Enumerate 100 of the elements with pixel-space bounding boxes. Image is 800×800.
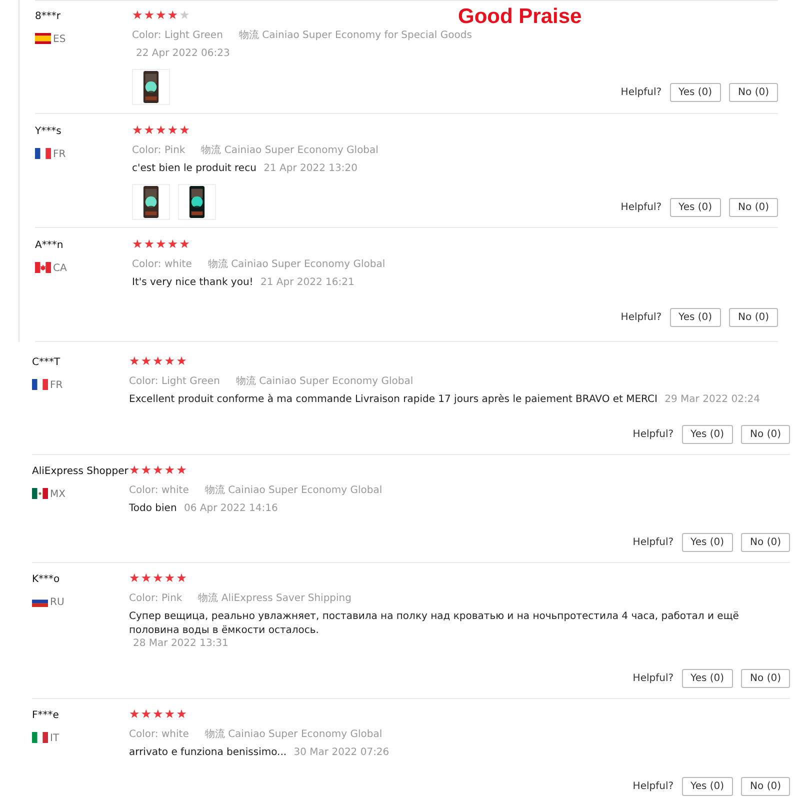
country-code: IT xyxy=(50,732,60,744)
no-button[interactable]: No (0) xyxy=(729,308,778,326)
review-date: 28 Mar 2022 13:31 xyxy=(133,638,228,649)
star-icon: ★ xyxy=(129,464,140,476)
country-code: CA xyxy=(53,263,67,274)
yes-button[interactable]: Yes (0) xyxy=(670,308,722,326)
star-icon: ★ xyxy=(167,9,178,21)
shipping-method: Cainiao Super Economy Global xyxy=(228,728,382,740)
star-icon: ★ xyxy=(176,355,187,367)
reviewer-name: 8***r xyxy=(35,10,60,24)
reviewer-name: C***T xyxy=(32,356,60,370)
star-icon: ★ xyxy=(132,124,143,136)
section-title: Good Praise xyxy=(458,4,582,30)
country-code: FR xyxy=(53,149,66,160)
color-value: Light Green xyxy=(162,376,220,387)
star-icon: ★ xyxy=(156,124,166,136)
shipping-label: 物流 xyxy=(204,728,225,740)
star-icon: ★ xyxy=(176,464,187,476)
star-icon: ★ xyxy=(152,708,164,720)
color-value: Pink xyxy=(162,593,182,604)
star-icon: ★ xyxy=(164,464,176,476)
color-label: Color: xyxy=(132,145,162,156)
helpful-label: Helpful? xyxy=(620,86,662,100)
helpful-label: Helpful? xyxy=(632,428,674,442)
flag-icon xyxy=(32,379,48,390)
no-button[interactable]: No (0) xyxy=(741,777,790,796)
review-text: arrivato e funziona benissimo... xyxy=(129,746,287,759)
flag-icon xyxy=(35,33,51,44)
yes-button[interactable]: Yes (0) xyxy=(682,533,734,552)
country-code: RU xyxy=(50,597,64,608)
yes-button[interactable]: Yes (0) xyxy=(670,82,722,102)
review-date: 06 Apr 2022 14:16 xyxy=(184,502,278,514)
color-value: white xyxy=(162,484,189,496)
review-date: 21 Apr 2022 16:21 xyxy=(260,277,354,288)
country-code: FR xyxy=(50,380,63,391)
no-button[interactable]: No (0) xyxy=(741,668,790,688)
no-button[interactable]: No (0) xyxy=(741,533,790,552)
yes-button[interactable]: Yes (0) xyxy=(682,424,734,444)
reviewer-name: F***e xyxy=(32,708,59,722)
star-icon: ★ xyxy=(152,572,164,584)
color-value: white xyxy=(164,259,192,270)
star-icon: ★ xyxy=(129,708,140,720)
no-button[interactable]: No (0) xyxy=(729,82,778,102)
shipping-method: Cainiao Super Economy Global xyxy=(228,484,382,496)
no-button[interactable]: No (0) xyxy=(741,424,790,444)
shipping-method: Cainiao Super Economy Global xyxy=(259,376,414,387)
flag-icon xyxy=(35,262,51,273)
color-label: Color: xyxy=(132,259,162,270)
flag-icon xyxy=(32,488,48,498)
star-icon: ★ xyxy=(176,572,187,584)
helpful-label: Helpful? xyxy=(632,780,674,794)
star-icon: ★ xyxy=(140,355,152,367)
helpful-label: Helpful? xyxy=(620,310,662,324)
no-button[interactable]: No (0) xyxy=(729,198,778,216)
review-text: c'est bien le produit recu xyxy=(132,162,256,176)
shipping-method: Cainiao Super Economy for Special Goods xyxy=(262,30,472,41)
flag-icon xyxy=(32,732,48,742)
helpful-label: Helpful? xyxy=(620,200,662,214)
country-code: ES xyxy=(53,34,66,45)
star-icon: ★ xyxy=(176,708,187,720)
country-code: MX xyxy=(50,488,66,500)
color-label: Color: xyxy=(129,484,158,496)
review-date: 29 Mar 2022 02:24 xyxy=(664,394,760,405)
review-date: 30 Mar 2022 07:26 xyxy=(294,746,390,758)
color-value: Light Green xyxy=(164,30,223,41)
review-text: Excellent produit conforme à ma commande Livraison rapide 17 jours après le paiement BRAVO et MERCI xyxy=(129,393,658,406)
color-label: Color: xyxy=(132,30,162,41)
shipping-label: 物流 xyxy=(201,145,222,156)
yes-button[interactable]: Yes (0) xyxy=(682,668,734,688)
review-text: Супер вещица, реально увлажняет, поставила на полку над кроватью и на ночьпротестила 4 часа, работал и ещё половина воды в ёмкости осталось. xyxy=(129,610,740,637)
star-icon: ★ xyxy=(132,238,143,250)
helpful-label: Helpful? xyxy=(632,672,674,686)
star-icon: ★ xyxy=(167,124,178,136)
shipping-label: 物流 xyxy=(236,376,256,387)
helpful-label: Helpful? xyxy=(632,536,674,550)
flag-icon xyxy=(35,148,51,159)
star-icon: ★ xyxy=(140,572,152,584)
star-icon: ★ xyxy=(164,708,176,720)
color-label: Color: xyxy=(129,593,158,604)
star-icon: ★ xyxy=(152,355,164,367)
star-icon: ★ xyxy=(179,124,190,136)
star-icon: ★ xyxy=(152,464,164,476)
reviewer-name: K***o xyxy=(32,573,60,587)
yes-button[interactable]: Yes (0) xyxy=(682,777,734,796)
shipping-label: 物流 xyxy=(208,259,228,270)
star-icon: ★ xyxy=(129,572,140,584)
star-icon: ★ xyxy=(179,238,190,250)
color-value: Pink xyxy=(164,145,186,156)
review-date: 21 Apr 2022 13:20 xyxy=(264,163,358,174)
yes-button[interactable]: Yes (0) xyxy=(670,198,722,216)
review-text: It's very nice thank you! xyxy=(132,276,254,290)
star-icon: ★ xyxy=(140,464,152,476)
star-icon: ★ xyxy=(164,355,176,367)
star-icon: ★ xyxy=(144,124,155,136)
reviewer-name: AliExpress Shopper xyxy=(32,464,128,478)
reviewer-name: Y***s xyxy=(35,125,62,139)
review-date: 22 Apr 2022 06:23 xyxy=(136,48,230,59)
star-icon: ★ xyxy=(179,9,190,21)
star-icon: ★ xyxy=(167,238,178,250)
star-icon: ★ xyxy=(144,238,155,250)
